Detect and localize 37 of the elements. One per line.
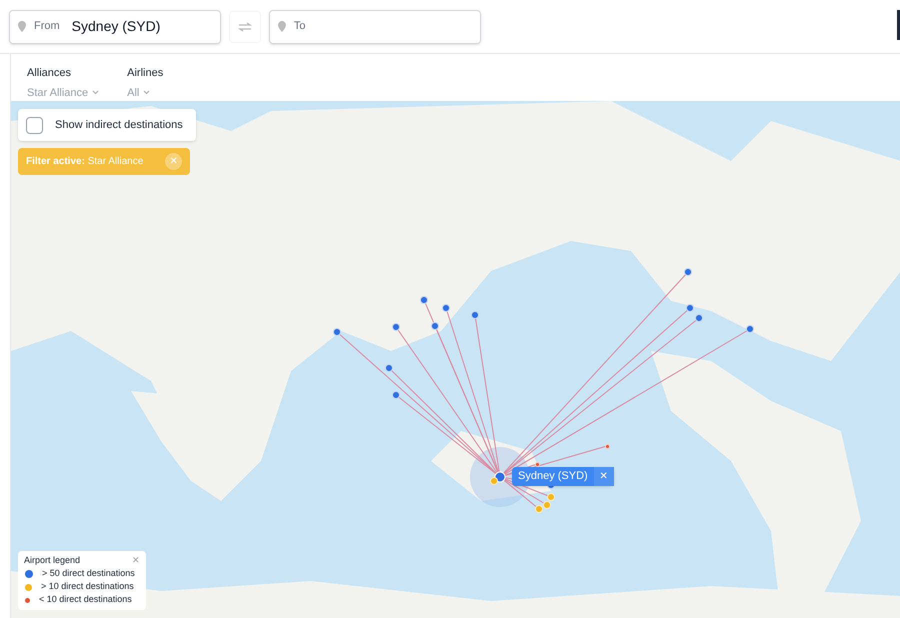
airport-marker[interactable] [604,444,610,448]
clear-filter-button[interactable]: ✕ [165,153,182,170]
swap-button[interactable] [229,10,261,42]
legend-label: > 10 direct destinations [41,580,134,594]
checkbox[interactable] [26,116,43,134]
airport-marker[interactable] [547,493,555,501]
to-field[interactable]: To [269,10,481,44]
location-pin-icon [18,21,26,32]
airport-marker[interactable] [535,505,543,513]
location-pin-icon [278,21,286,32]
airport-marker[interactable] [695,314,703,322]
swap-icon [238,22,252,32]
legend-title: Airport legend [24,554,80,567]
airport-marker[interactable] [392,391,400,399]
airport-marker[interactable] [471,311,479,319]
filter-dropdown[interactable]: Star Alliance [27,84,100,101]
from-value: Sydney (SYD) [72,17,160,36]
close-legend-button[interactable]: ✕ [132,554,140,568]
checkbox-label: Show indirect destinations [55,118,183,133]
filter-label: Airlines [127,66,164,81]
origin-label: Sydney (SYD) [517,469,589,484]
chevron-down-icon [92,90,100,96]
close-popup-button[interactable]: ✕ [594,467,614,486]
filter-label: Alliances [27,66,72,81]
airport-marker[interactable] [385,364,393,372]
airport-marker[interactable] [686,304,694,312]
legend-label: < 10 direct destinations [39,593,132,606]
panel-edge [897,10,900,40]
filter-dropdown[interactable]: All [127,84,164,101]
airport-marker[interactable] [543,501,551,509]
airport-marker[interactable] [746,325,754,333]
to-field-input[interactable]: To [294,18,472,35]
filter-active-text: Filter active: Star Alliance [26,155,144,169]
from-field[interactable]: From Sydney (SYD) [9,10,221,44]
from-label: From [34,19,60,34]
legend-label: > 50 direct destinations [42,567,135,580]
chevron-down-icon [143,90,150,96]
